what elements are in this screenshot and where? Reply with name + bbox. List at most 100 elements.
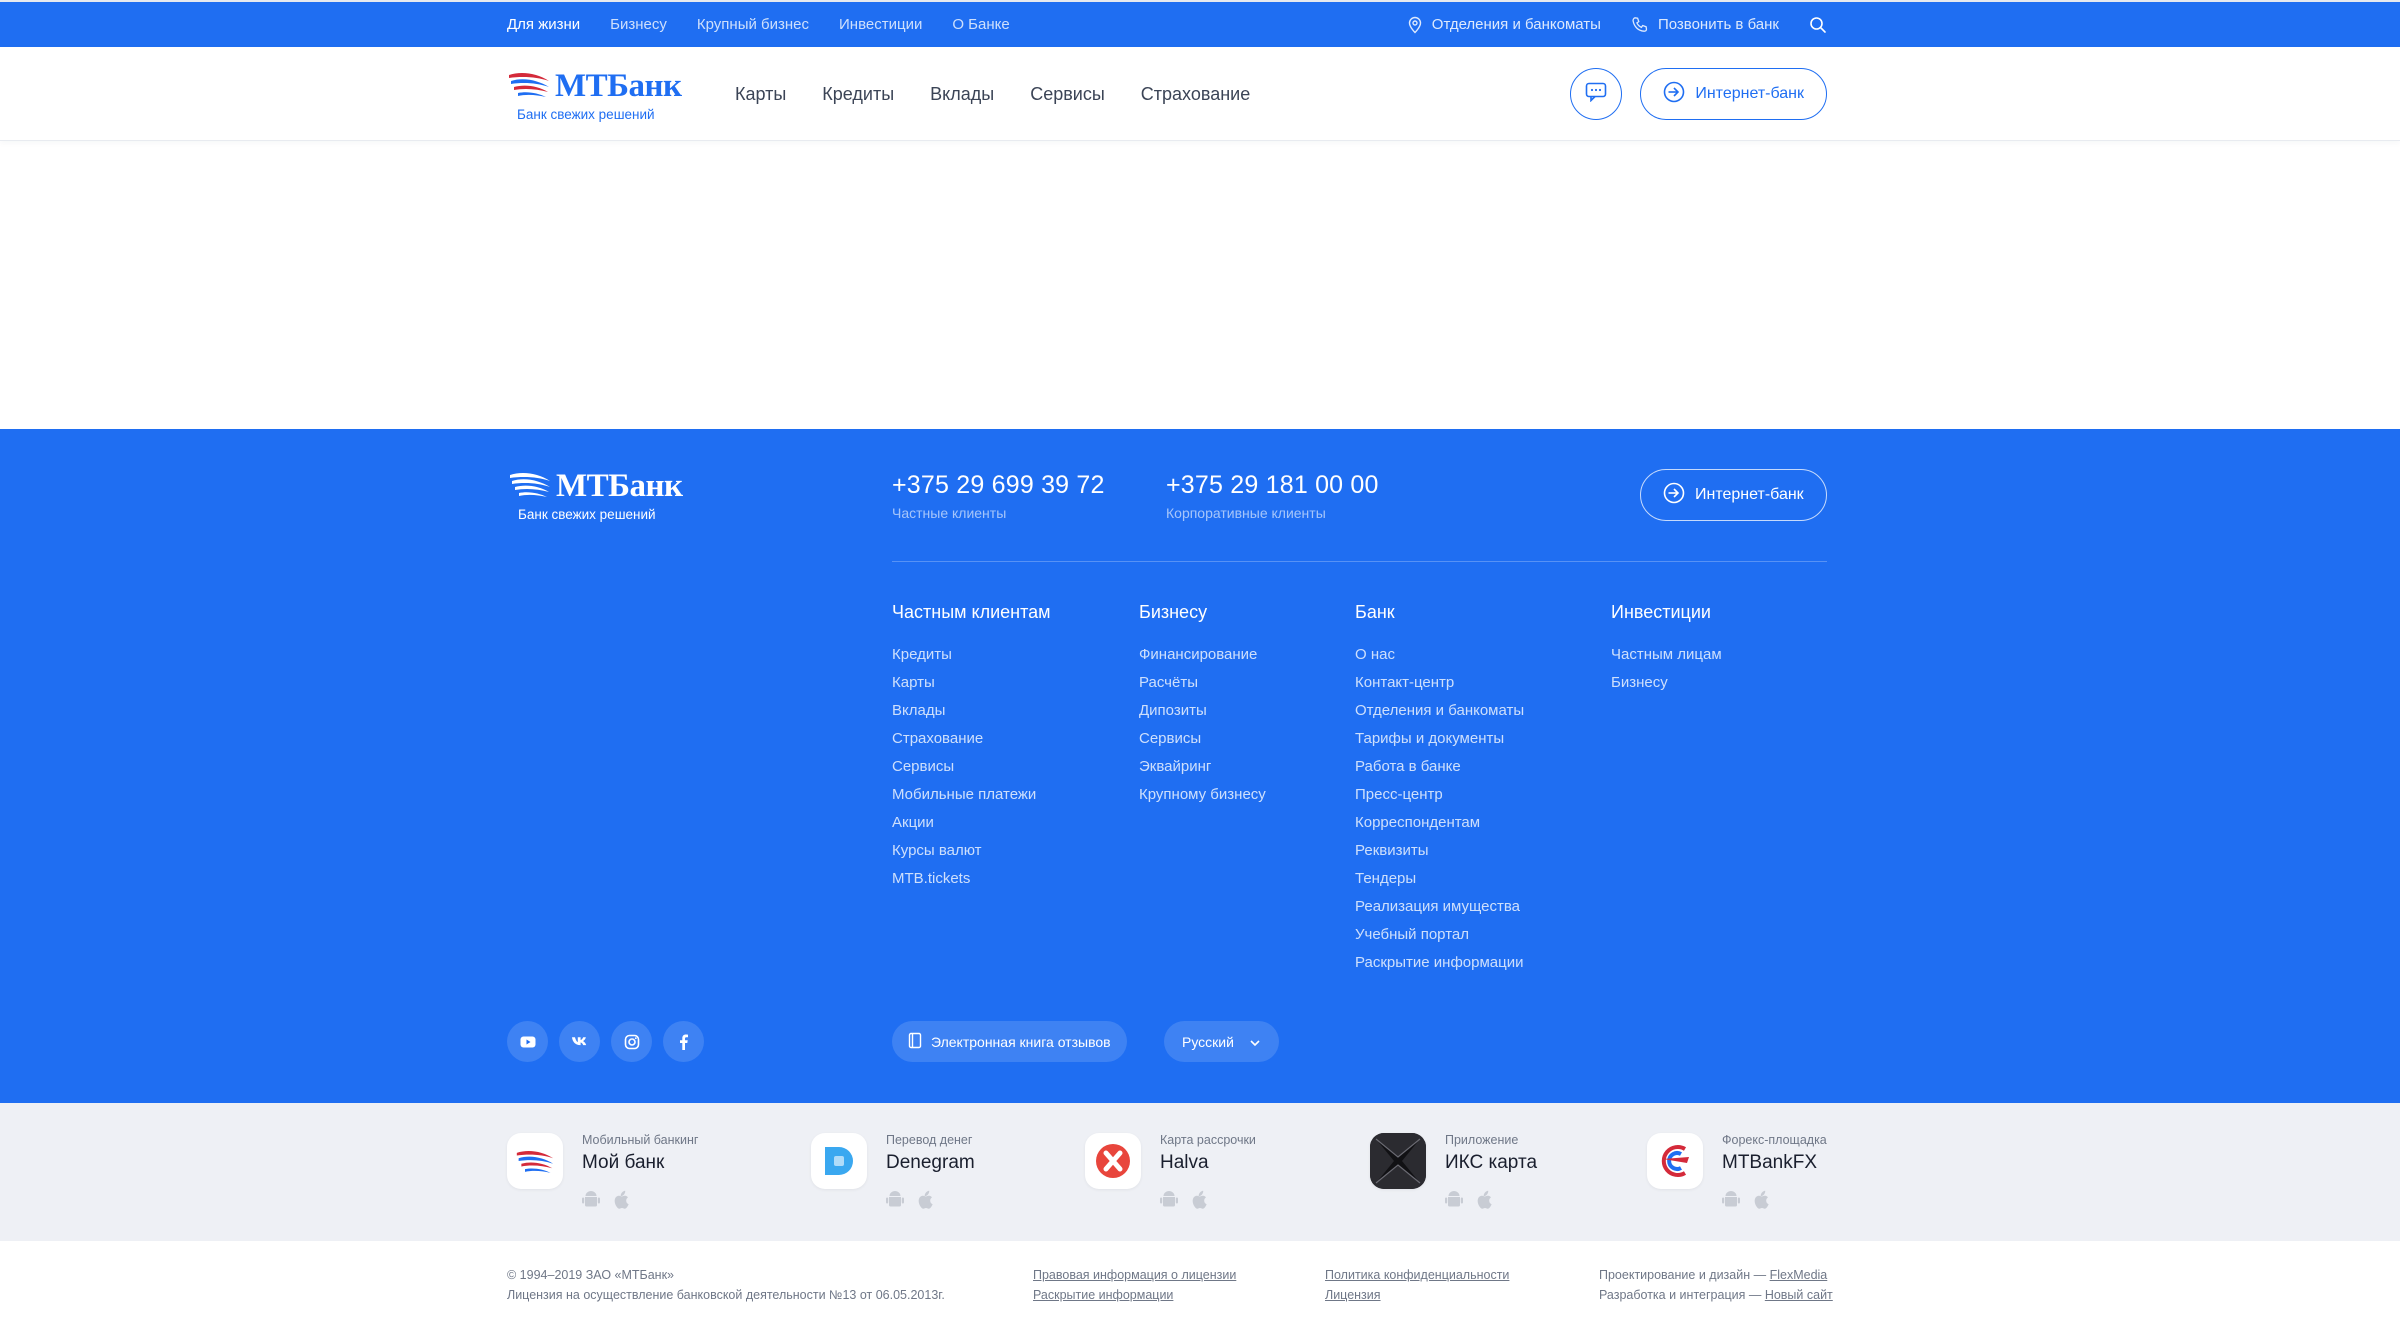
footer-link[interactable]: Финансирование xyxy=(1139,641,1266,669)
disclosure-link[interactable]: Раскрытие информации xyxy=(1033,1288,1173,1302)
nav-credits[interactable]: Кредиты xyxy=(822,84,894,105)
search-icon[interactable] xyxy=(1809,16,1827,34)
app-name: ИКС карта xyxy=(1445,1152,1538,1173)
app-halva[interactable]: Карта рассрочки Halva xyxy=(1085,1133,1256,1215)
footer-link[interactable]: Реализация имущества xyxy=(1355,893,1524,921)
footer-link[interactable]: Сервисы xyxy=(1139,725,1266,753)
segment-nav: Для жизни Бизнесу Крупный бизнес Инвести… xyxy=(507,16,1010,33)
nav-cards[interactable]: Карты xyxy=(735,84,786,105)
vk-icon[interactable] xyxy=(559,1021,600,1062)
app-mtbankfx[interactable]: Форекс-площадка MTBankFX xyxy=(1647,1133,1827,1215)
dev-credit-label: Разработка и интеграция — xyxy=(1599,1288,1762,1302)
privacy-policy-link[interactable]: Политика конфиденциальности xyxy=(1325,1268,1509,1282)
footer-link[interactable]: О нас xyxy=(1355,641,1524,669)
footer-link[interactable]: Бизнесу xyxy=(1611,669,1722,697)
new-site-link[interactable]: Новый сайт xyxy=(1765,1288,1833,1302)
footer-link[interactable]: Мобильные платежи xyxy=(892,781,1051,809)
app-name: Halva xyxy=(1160,1152,1209,1173)
main-header: МТБанк Банк свежих решений Карты Кредиты… xyxy=(0,47,2400,141)
footer-link[interactable]: Раскрытие информации xyxy=(1355,949,1524,977)
android-icon[interactable] xyxy=(1722,1190,1740,1215)
footer-link[interactable]: MTB.tickets xyxy=(892,865,1051,893)
logo[interactable]: МТБанк Банк свежих решений xyxy=(507,67,682,122)
chat-button[interactable] xyxy=(1570,68,1623,120)
top-bar: Для жизни Бизнесу Крупный бизнес Инвести… xyxy=(0,0,2400,47)
footer-link[interactable]: Тендеры xyxy=(1355,865,1524,893)
apple-icon[interactable] xyxy=(916,1190,933,1215)
footer-link[interactable]: Карты xyxy=(892,669,1051,697)
apple-icon[interactable] xyxy=(1752,1190,1769,1215)
footer-link[interactable]: Отделения и банкоматы xyxy=(1355,697,1524,725)
apple-icon[interactable] xyxy=(1475,1190,1492,1215)
logo-wings-icon xyxy=(507,67,551,106)
phone-private[interactable]: +375 29 699 39 72 Частные клиенты xyxy=(892,471,1105,521)
footer-link[interactable]: Тарифы и документы xyxy=(1355,725,1524,753)
app-caption: Карта рассрочки xyxy=(1160,1133,1256,1147)
footer-link[interactable]: Кредиты xyxy=(892,641,1051,669)
review-book-button[interactable]: Электронная книга отзывов xyxy=(892,1021,1127,1062)
footer-col-title: Частным клиентам xyxy=(892,602,1051,622)
footer-link[interactable]: Крупному бизнесу xyxy=(1139,781,1266,809)
youtube-icon[interactable] xyxy=(507,1021,548,1062)
nav-insurance[interactable]: Страхование xyxy=(1141,84,1250,105)
segment-personal-link[interactable]: Для жизни xyxy=(507,16,580,33)
segment-corporate-link[interactable]: Крупный бизнес xyxy=(697,16,809,33)
phone-corporate[interactable]: +375 29 181 00 00 Корпоративные клиенты xyxy=(1166,471,1379,521)
chat-icon xyxy=(1585,82,1607,107)
footer-link[interactable]: Эквайринг xyxy=(1139,753,1266,781)
call-bank-link[interactable]: Позвонить в банк xyxy=(1631,16,1779,34)
segment-about-link[interactable]: О Банке xyxy=(952,16,1009,33)
login-icon xyxy=(1663,81,1685,108)
apple-icon[interactable] xyxy=(1190,1190,1207,1215)
app-iks-card[interactable]: Приложение ИКС карта xyxy=(1370,1133,1537,1215)
app-denegram[interactable]: Перевод денег Denegram xyxy=(811,1133,975,1215)
segment-business-link[interactable]: Бизнесу xyxy=(610,16,667,33)
footer-link[interactable]: Работа в банке xyxy=(1355,753,1524,781)
license-link[interactable]: Лицензия xyxy=(1325,1288,1381,1302)
footer-link[interactable]: Реквизиты xyxy=(1355,837,1524,865)
footer-link[interactable]: Корреспондентам xyxy=(1355,809,1524,837)
footer-col-title: Бизнесу xyxy=(1139,602,1208,622)
app-caption: Форекс-площадка xyxy=(1722,1133,1827,1147)
footer-link[interactable]: Сервисы xyxy=(892,753,1051,781)
app-name: Мой банк xyxy=(582,1152,665,1173)
legal-links-2: Политика конфиденциальности Лицензия xyxy=(1325,1265,1509,1305)
footer-logo[interactable]: МТБанк Банк свежих решений xyxy=(508,467,683,522)
denegram-app-icon xyxy=(811,1133,867,1189)
legal-bar: © 1994–2019 ЗАО «МТБанк» Лицензия на осу… xyxy=(0,1241,2400,1331)
apple-icon[interactable] xyxy=(612,1190,629,1215)
footer-link[interactable]: Контакт-центр xyxy=(1355,669,1524,697)
internet-bank-button[interactable]: Интернет-банк xyxy=(1640,68,1827,120)
footer-logo-wordmark: МТБанк xyxy=(556,468,683,504)
branches-link[interactable]: Отделения и банкоматы xyxy=(1407,16,1601,34)
mtbankfx-app-icon xyxy=(1647,1133,1703,1189)
android-icon[interactable] xyxy=(582,1190,600,1215)
android-icon[interactable] xyxy=(1445,1190,1463,1215)
footer-link[interactable]: Учебный портал xyxy=(1355,921,1524,949)
footer-col-investments: Инвестиции Частным лицам Бизнесу xyxy=(1611,602,1722,697)
footer-link[interactable]: Вклады xyxy=(892,697,1051,725)
footer-link[interactable]: Страхование xyxy=(892,725,1051,753)
footer-link[interactable]: Расчёты xyxy=(1139,669,1266,697)
instagram-icon[interactable] xyxy=(611,1021,652,1062)
footer-divider xyxy=(892,561,1827,562)
footer-link[interactable]: Акции xyxy=(892,809,1051,837)
footer-link[interactable]: Курсы валют xyxy=(892,837,1051,865)
nav-services[interactable]: Сервисы xyxy=(1030,84,1105,105)
facebook-icon[interactable] xyxy=(663,1021,704,1062)
footer-link[interactable]: Дипозиты xyxy=(1139,697,1266,725)
footer-internet-bank-button[interactable]: Интернет-банк xyxy=(1640,469,1827,521)
language-select[interactable]: Русский xyxy=(1164,1021,1279,1062)
android-icon[interactable] xyxy=(1160,1190,1178,1215)
main-nav: Карты Кредиты Вклады Сервисы Страхование xyxy=(735,84,1250,105)
android-icon[interactable] xyxy=(886,1190,904,1215)
license-info-link[interactable]: Правовая информация о лицензии xyxy=(1033,1268,1236,1282)
flexmedia-link[interactable]: FlexMedia xyxy=(1770,1268,1828,1282)
nav-deposits[interactable]: Вклады xyxy=(930,84,994,105)
internet-bank-label: Интернет-банк xyxy=(1695,486,1804,503)
segment-investments-link[interactable]: Инвестиции xyxy=(839,16,922,33)
app-my-bank[interactable]: Мобильный банкинг Мой банк xyxy=(507,1133,698,1215)
logo-tagline: Банк свежих решений xyxy=(517,106,655,122)
footer-link[interactable]: Частным лицам xyxy=(1611,641,1722,669)
footer-link[interactable]: Пресс-центр xyxy=(1355,781,1524,809)
